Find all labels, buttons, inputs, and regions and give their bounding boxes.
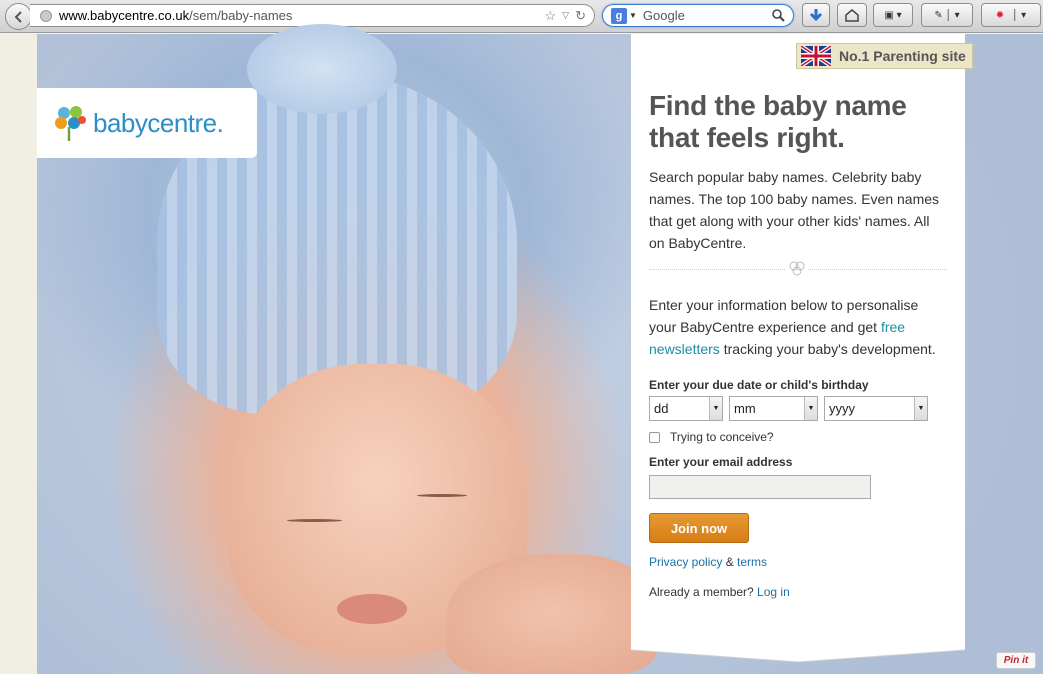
baby-mouth xyxy=(337,594,407,624)
browser-toolbar: www.babycentre.co.uk/sem/baby-names ☆ ▽ … xyxy=(0,0,1043,33)
page: babycentre. Find the baby name that feel… xyxy=(0,24,1043,674)
babycentre-logo[interactable]: babycentre. xyxy=(37,88,257,158)
url-text[interactable]: www.babycentre.co.uk/sem/baby-names xyxy=(59,8,545,23)
baby-hand xyxy=(447,554,657,674)
divider xyxy=(649,258,947,280)
engine-dropdown-icon[interactable]: ▼ xyxy=(629,11,637,20)
home-button[interactable] xyxy=(837,3,867,27)
conceive-row: Trying to conceive? xyxy=(649,430,947,444)
search-icon[interactable] xyxy=(772,9,785,22)
reload-icon[interactable]: ↻ xyxy=(575,8,586,24)
parenting-site-badge: No.1 Parenting site xyxy=(796,43,973,69)
back-arrow-icon xyxy=(14,10,22,23)
dropdown-icon: │ ▾ xyxy=(1012,9,1027,21)
year-select[interactable]: yyyy ▼ xyxy=(824,396,928,421)
intro-text: Search popular baby names. Celebrity bab… xyxy=(649,169,940,251)
conceive-label[interactable]: Trying to conceive? xyxy=(670,430,774,444)
url-path: /sem/baby-names xyxy=(189,8,293,23)
chevron-down-icon: ▼ xyxy=(914,397,927,420)
home-icon xyxy=(845,9,859,22)
day-select[interactable]: dd ▼ xyxy=(649,396,723,421)
amp-separator: & xyxy=(722,555,738,569)
download-arrow-icon xyxy=(809,9,823,22)
downloads-button[interactable] xyxy=(802,3,830,27)
day-select-value: dd xyxy=(654,401,669,416)
tree-divider-icon xyxy=(786,258,808,280)
conceive-checkbox[interactable] xyxy=(649,431,660,443)
month-select-value: mm xyxy=(734,401,756,416)
google-logo-icon[interactable]: g xyxy=(611,7,627,24)
closed-eye-left xyxy=(287,519,342,522)
email-field[interactable] xyxy=(649,475,871,499)
addon-button[interactable]: ▣ ▾ xyxy=(873,3,913,27)
bookmark-star-icon[interactable]: ☆ xyxy=(545,8,557,24)
join-now-button[interactable]: Join now xyxy=(649,513,749,543)
month-select[interactable]: mm ▼ xyxy=(729,396,818,421)
left-strip xyxy=(0,34,37,674)
legal-links: Privacy policy & terms xyxy=(649,555,947,569)
logo-wordmark: babycentre. xyxy=(93,107,224,138)
page-title: Find the baby name that feels right. xyxy=(649,90,907,153)
privacy-policy-link[interactable]: Privacy policy xyxy=(649,555,722,569)
due-date-selects: dd ▼ mm ▼ yyyy ▼ xyxy=(649,396,947,421)
back-button[interactable] xyxy=(5,3,32,30)
info-text-after: tracking your baby's development. xyxy=(719,341,936,357)
signup-panel: Find the baby name that feels right. Sea… xyxy=(631,34,965,650)
member-text: Already a member? xyxy=(649,585,758,599)
profile-button[interactable]: ✹ │ ▾ xyxy=(981,3,1041,27)
due-date-label: Enter your due date or child's birthday xyxy=(649,378,869,392)
year-select-value: yyyy xyxy=(829,401,855,416)
log-in-link[interactable]: Log in xyxy=(757,585,790,599)
puzzle-icon: ▣ ▾ xyxy=(884,9,902,21)
url-host: www.babycentre.co.uk xyxy=(59,8,190,23)
hat-pompom xyxy=(247,24,397,114)
email-label: Enter your email address xyxy=(649,455,793,469)
firebug-icon: ✹ xyxy=(995,9,1005,21)
chevron-down-icon: ▼ xyxy=(804,397,817,420)
info-text: Enter your information below to personal… xyxy=(649,294,947,360)
terms-link[interactable]: terms xyxy=(737,555,767,569)
info-text-before: Enter your information below to personal… xyxy=(649,297,919,335)
globe-icon xyxy=(39,8,55,24)
uk-flag-icon xyxy=(801,46,831,66)
closed-eye-right xyxy=(417,494,467,497)
chevron-down-icon: ▼ xyxy=(709,397,722,420)
search-bar[interactable]: g ▼ Google xyxy=(602,4,794,27)
search-input[interactable]: Google xyxy=(643,8,772,23)
extension-button[interactable]: ✎ │ ▾ xyxy=(921,3,973,27)
dropdown-arrow-icon[interactable]: ▽ xyxy=(562,10,569,21)
badge-text: No.1 Parenting site xyxy=(839,48,966,64)
tree-logo-icon xyxy=(55,106,86,141)
panel-chevron-bottom xyxy=(631,636,965,662)
pin-it-button[interactable]: Pin it xyxy=(996,652,1036,669)
member-row: Already a member? Log in xyxy=(649,585,947,599)
tools-icon: ✎ │ ▾ xyxy=(934,9,960,21)
